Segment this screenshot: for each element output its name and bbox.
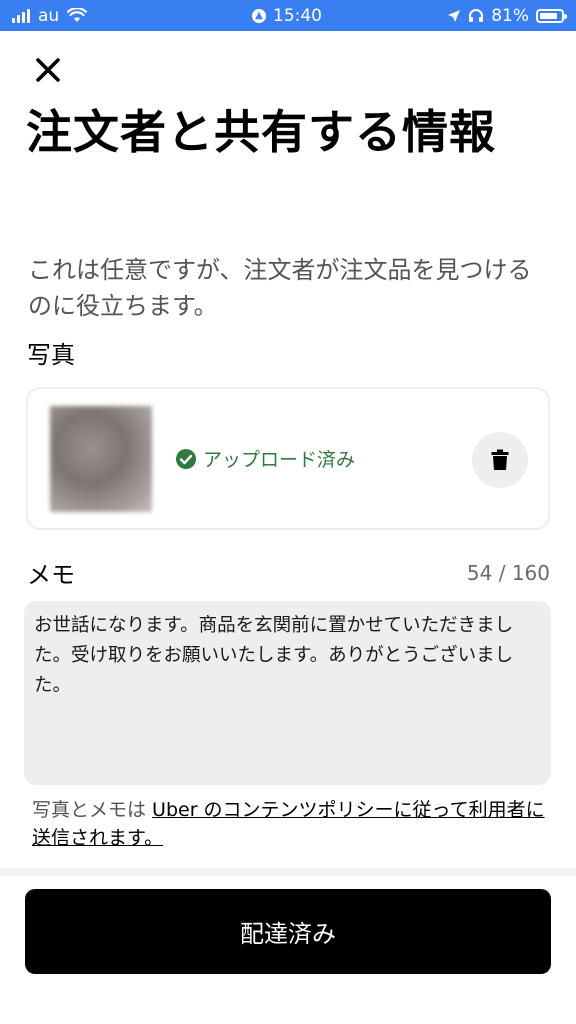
photo-section-label: 写真 [27,341,75,369]
status-time: 15:40 [273,5,322,26]
status-left: au [0,5,88,26]
page-title: 注文者と共有する情報 [26,105,496,159]
delivered-button[interactable]: 配達済み [25,889,551,974]
photo-thumbnail[interactable] [50,406,152,512]
trash-icon [491,449,509,470]
upload-status-text: アップロード済み [203,449,356,471]
memo-char-count: 54 / 160 [466,561,550,585]
close-button[interactable] [28,50,68,90]
policy-prefix: 写真とメモは [32,799,153,821]
headphones-icon [469,9,484,22]
wifi-icon [67,8,88,22]
status-right: 81% [447,6,576,26]
status-bar: au ▲ 15:40 81% [0,0,576,31]
signal-icon [12,8,30,23]
location-arrow-icon [448,9,461,22]
divider [0,868,576,876]
close-icon [36,58,60,82]
battery-icon [536,8,567,23]
page-subtitle: これは任意ですが、注文者が注文品を見つけるのに役立ちます。 [28,256,532,320]
carrier-label: au [38,5,60,26]
delete-photo-button[interactable] [472,432,528,488]
location-lock-icon: ▲ [252,8,266,23]
photo-card: アップロード済み [26,387,550,530]
policy-note: 写真とメモは Uber のコンテンツポリシーに従って利用者に送信されます。 [32,796,552,852]
memo-textarea[interactable]: お世話になります。商品を玄関前に置かせていただきました。受け取りをお願いいたしま… [24,601,551,785]
status-center: ▲ 15:40 [252,6,322,26]
battery-percent: 81% [491,5,529,26]
memo-section-label: メモ [27,561,75,589]
check-circle-icon [176,448,196,469]
upload-status: アップロード済み [175,445,355,472]
